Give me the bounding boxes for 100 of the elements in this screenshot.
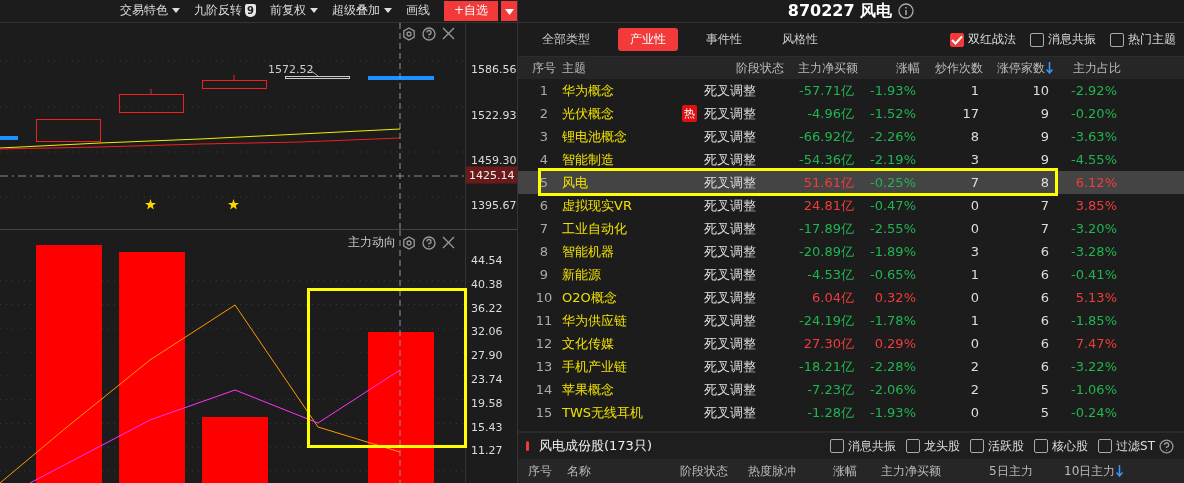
candle — [202, 74, 267, 89]
column-header[interactable]: 涨幅 — [833, 462, 881, 480]
help-icon[interactable] — [1159, 438, 1174, 454]
share-cell-text: -0.20% — [1070, 106, 1117, 121]
toolbar-button[interactable]: 画线 — [405, 2, 430, 20]
stage-cell-text: 死叉调整 — [704, 380, 757, 399]
count-cell-text: 2 — [969, 359, 979, 374]
theme-name: 光伏概念 — [562, 104, 615, 123]
column-header[interactable]: 涨幅 — [858, 59, 920, 77]
toolbar-button[interactable]: 九阶反转 9 — [193, 2, 256, 20]
column-header[interactable]: 阶段状态 — [680, 462, 748, 480]
table-row[interactable]: 6 虚拟现实VR 死叉调整 24.81亿 -0.47% 0 7 3.85% — [518, 194, 1184, 217]
sort-arrow-icon — [1046, 62, 1053, 74]
chart-bar — [202, 417, 268, 483]
share-cell-text: -3.22% — [1070, 359, 1117, 374]
change-cell-text: -1.52% — [869, 106, 916, 121]
stage-cell-text: 死叉调整 — [704, 242, 757, 261]
axis-label: 11.27 — [471, 443, 503, 457]
close-icon[interactable] — [442, 236, 455, 249]
filter-tab[interactable]: 风格性 — [770, 28, 830, 51]
column-header[interactable]: 主力占比 — [1053, 59, 1121, 77]
table-row[interactable]: 13 手机产业链 死叉调整 -18.21亿 -2.28% 2 6 -3.22% — [518, 355, 1184, 378]
limit-up-cell-text: 5 — [1039, 382, 1049, 397]
marker-bar — [526, 441, 529, 451]
settings-icon[interactable] — [402, 26, 416, 41]
column-header[interactable]: 10日主力 — [1064, 462, 1124, 480]
axis-label: 1395.67 — [471, 198, 517, 212]
filter-tab[interactable]: 事件性 — [694, 28, 754, 51]
table-row[interactable]: 7 工业自动化 死叉调整 -17.89亿 -2.55% 0 7 -3.20% — [518, 217, 1184, 240]
axis-label: 36.22 — [471, 301, 503, 315]
column-header[interactable]: 炒作次数 — [920, 59, 983, 77]
toolbar-dropdown[interactable]: 交易特色 — [119, 2, 180, 20]
table-row[interactable]: 2 光伏概念 热 死叉调整 -4.96亿 -1.52% 17 9 -0.20% — [518, 102, 1184, 125]
column-header[interactable]: 涨停家数 — [983, 59, 1053, 77]
dropdown-button[interactable] — [500, 0, 517, 21]
close-icon[interactable] — [442, 27, 455, 41]
table-row[interactable]: 5 风电 死叉调整 51.61亿 -0.25% 7 8 6.12% — [518, 171, 1184, 194]
axis-label: 19.58 — [471, 396, 503, 410]
axis-label: 23.74 — [471, 372, 503, 386]
table-row[interactable]: 1 华为概念 死叉调整 -57.71亿 -1.93% 1 10 -2.92% — [518, 79, 1184, 102]
count-cell-text: 1 — [969, 83, 979, 98]
toolbar-dropdown[interactable]: 前复权 — [269, 2, 318, 20]
option-checkbox[interactable]: 龙头股 — [906, 437, 961, 455]
axis-label: 32.06 — [471, 324, 503, 338]
option-checkbox[interactable]: 过滤ST — [1098, 437, 1155, 455]
column-header[interactable]: 序号 — [528, 462, 567, 480]
option-checkbox[interactable]: 消息共振 — [830, 437, 897, 455]
share-cell-text: 5.13% — [1074, 290, 1117, 305]
count-cell-text: 0 — [969, 405, 979, 420]
column-header[interactable]: 热度脉冲 — [748, 462, 833, 480]
column-header[interactable]: 5日主力 — [989, 462, 1064, 480]
candle — [368, 75, 434, 80]
count-cell-text: 0 — [969, 290, 979, 305]
column-header[interactable]: 主力净买额 — [881, 462, 989, 480]
share-cell-text: -1.06% — [1070, 382, 1117, 397]
net-buy-cell-text: -17.89亿 — [798, 219, 854, 238]
column-header[interactable]: 序号 — [526, 59, 562, 77]
limit-up-cell-text: 8 — [1039, 175, 1049, 190]
table-row[interactable]: 10 O2O概念 死叉调整 6.04亿 0.32% 0 6 5.13% — [518, 286, 1184, 309]
row-number: 6 — [538, 198, 550, 213]
table-row[interactable]: 8 智能机器 死叉调整 -20.89亿 -1.89% 3 6 -3.28% — [518, 240, 1184, 263]
option-checkbox[interactable]: 活跃股 — [970, 437, 1025, 455]
help-icon[interactable] — [422, 235, 436, 250]
option-checkbox[interactable]: 消息共振 — [1030, 31, 1096, 48]
filter-tab[interactable]: 产业性 — [618, 28, 678, 51]
info-icon[interactable] — [898, 3, 915, 19]
count-cell-text: 17 — [961, 106, 979, 121]
add-watchlist-button[interactable]: +自选 — [443, 0, 498, 21]
column-header[interactable]: 主力净买额 — [784, 59, 858, 77]
help-icon[interactable] — [422, 26, 436, 41]
column-header[interactable]: 名称 — [567, 462, 680, 480]
table-row[interactable]: 14 苹果概念 死叉调整 -7.23亿 -2.06% 2 5 -1.06% — [518, 378, 1184, 401]
change-cell-text: -2.19% — [869, 152, 916, 167]
axis-label: 40.38 — [471, 277, 503, 291]
theme-name: 华为供应链 — [562, 311, 628, 330]
table-row[interactable]: 3 锂电池概念 死叉调整 -66.92亿 -2.26% 8 9 -3.63% — [518, 125, 1184, 148]
settings-icon[interactable] — [402, 235, 416, 250]
chart-title: 主力动向 — [348, 234, 396, 251]
option-checkbox[interactable]: 核心股 — [1034, 437, 1089, 455]
change-cell-text: -1.93% — [869, 83, 916, 98]
option-checkbox[interactable]: 热门主题 — [1110, 31, 1176, 48]
candle — [0, 135, 18, 140]
table-row[interactable]: 11 华为供应链 死叉调整 -24.19亿 -1.78% 1 6 -1.85% — [518, 309, 1184, 332]
filter-tab[interactable]: 全部类型 — [530, 28, 602, 51]
toolbar-dropdown[interactable]: 超级叠加 — [331, 2, 392, 20]
table-row[interactable]: 15 TWS无线耳机 死叉调整 -1.28亿 -1.93% 0 5 -0.24% — [518, 401, 1184, 424]
shield-badge: 9 — [244, 4, 256, 18]
axis-label: 44.54 — [471, 253, 503, 267]
count-cell-text: 1 — [969, 267, 979, 282]
column-header[interactable]: 阶段状态 — [700, 59, 784, 77]
table-row[interactable]: 12 文化传媒 死叉调整 27.30亿 0.29% 0 6 7.47% — [518, 332, 1184, 355]
count-cell-text: 3 — [969, 152, 979, 167]
column-header[interactable]: 主题 — [562, 59, 700, 77]
axis-label: 1586.56 — [471, 62, 517, 76]
row-number: 7 — [538, 221, 550, 236]
table-row[interactable]: 9 新能源 死叉调整 -4.53亿 -0.65% 1 6 -0.41% — [518, 263, 1184, 286]
row-number: 12 — [534, 336, 554, 351]
limit-up-cell-text: 6 — [1039, 336, 1049, 351]
option-checkbox[interactable]: 双红战法 — [950, 31, 1016, 48]
table-row[interactable]: 4 智能制造 死叉调整 -54.36亿 -2.19% 3 9 -4.55% — [518, 148, 1184, 171]
